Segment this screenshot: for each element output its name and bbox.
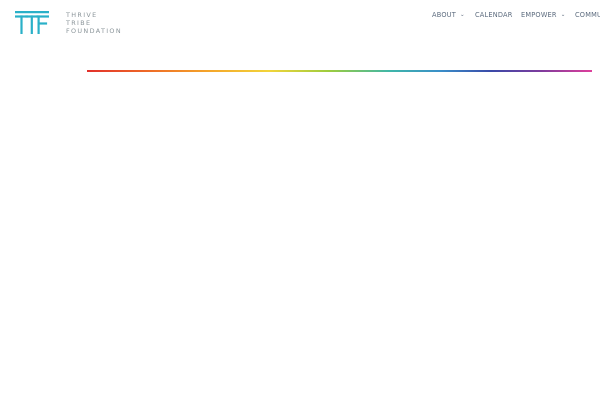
nav-item-empower-label: EMPOWER xyxy=(521,11,557,19)
page: THRIVE TRIBE FOUNDATION ABOUT ⌄ CALENDAR … xyxy=(0,0,600,400)
nav-item-about[interactable]: ABOUT ⌄ xyxy=(432,10,465,20)
site-header: THRIVE TRIBE FOUNDATION ABOUT ⌄ CALENDAR … xyxy=(0,0,600,50)
nav-item-empower[interactable]: EMPOWER ⌄ xyxy=(521,10,566,20)
nav-item-about-label: ABOUT xyxy=(432,11,456,19)
logo-line-2: TRIBE xyxy=(66,19,92,27)
site-logo-link[interactable]: THRIVE TRIBE FOUNDATION xyxy=(15,11,122,35)
chevron-down-icon: ⌄ xyxy=(459,12,465,18)
nav-item-calendar[interactable]: CALENDAR xyxy=(475,10,513,20)
nav-item-calendar-label: CALENDAR xyxy=(475,11,513,19)
chevron-down-icon: ⌄ xyxy=(560,12,566,18)
nav-item-community-label: COMMU xyxy=(575,11,600,19)
logo-wordmark: THRIVE TRIBE FOUNDATION xyxy=(66,11,122,35)
logo-line-3: FOUNDATION xyxy=(66,27,122,35)
rainbow-divider xyxy=(87,70,592,72)
thrive-tribe-logo-icon xyxy=(15,11,49,34)
nav-item-community[interactable]: COMMU xyxy=(575,10,600,20)
logo-line-1: THRIVE xyxy=(66,11,98,19)
